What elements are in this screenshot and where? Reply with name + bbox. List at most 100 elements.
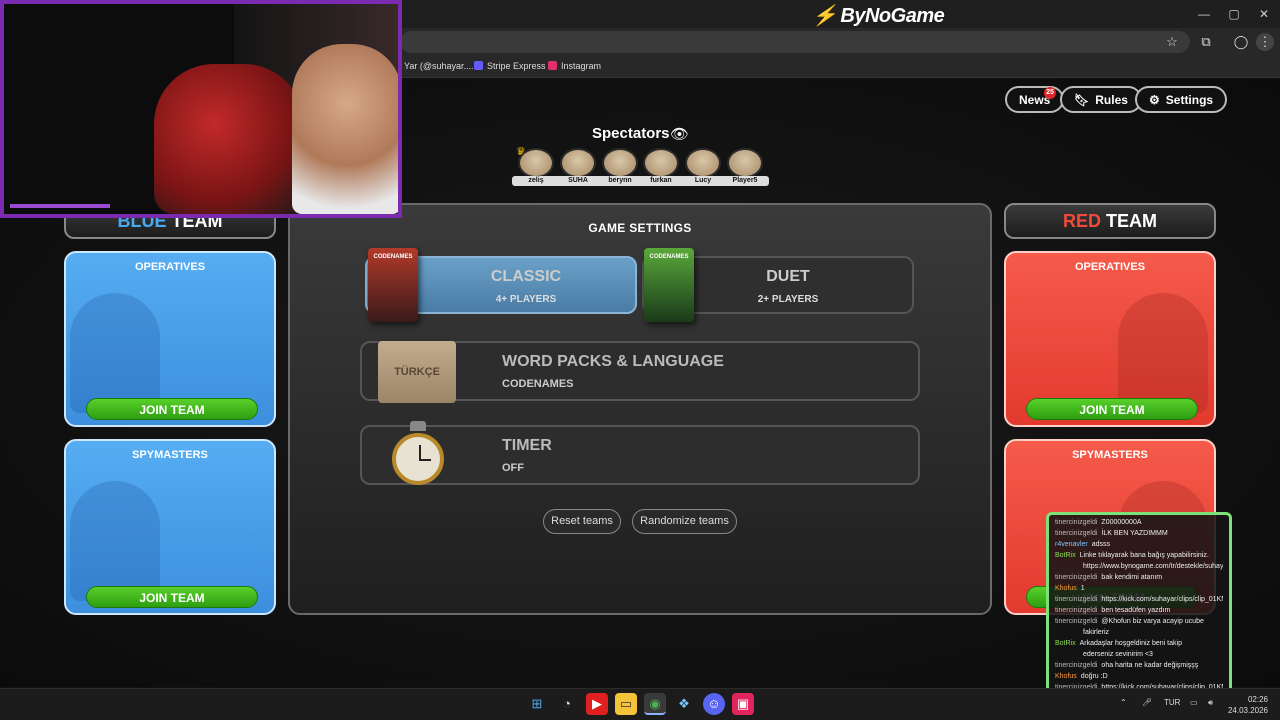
bookmark-label: Yar (@suhayar.... (404, 61, 474, 71)
chat-username[interactable]: tinercinizgeldi (1055, 596, 1097, 603)
chat-text: @Khofun biz varya acayip ucube (1101, 618, 1204, 625)
chat-message: tinercinizgeldi bak kendimi atanım (1055, 572, 1223, 583)
chrome-icon[interactable]: ◉ (644, 693, 666, 715)
chat-text: doğru :D (1080, 673, 1108, 680)
chat-username[interactable]: BotRix (1055, 552, 1076, 559)
minimize-button[interactable]: — (1192, 6, 1216, 22)
app-icon[interactable]: ❖ (673, 693, 695, 715)
chat-text: adsss (1091, 541, 1110, 548)
gear-icon: ⚙ (1149, 92, 1160, 107)
randomize-teams-button[interactable]: Randomize teams (632, 509, 737, 534)
brand-name: ByNoGame (840, 5, 945, 27)
avatar (518, 148, 554, 178)
chat-username[interactable]: tinercinizgeldi (1055, 574, 1097, 581)
timer-option[interactable]: TIMER OFF (360, 421, 920, 485)
stopwatch-button-icon (410, 421, 426, 431)
card-label: OPERATIVES (1074, 261, 1146, 273)
tray-chevron-icon[interactable]: ⌃ (1120, 698, 1127, 707)
close-window-button[interactable]: ✕ (1252, 6, 1276, 22)
join-blue-operatives-button[interactable]: JOIN TEAM (86, 398, 258, 420)
chat-username[interactable]: BotRix (1055, 640, 1076, 647)
card-label: SPYMASTERS (1072, 449, 1148, 461)
profile-icon[interactable]: ◯ (1232, 33, 1250, 51)
bookmark-item[interactable]: Instagram (548, 61, 601, 71)
spectator-avatar[interactable]: berynn (596, 148, 644, 186)
file-explorer-icon[interactable]: ▭ (615, 693, 637, 715)
chat-username[interactable]: Khofus (1055, 585, 1077, 592)
chat-message: tinercinizgeldi https://kick.com/suhayar/… (1055, 594, 1223, 605)
streaming-app-icon[interactable]: ▣ (732, 693, 754, 715)
chat-message: tinercinizgeldi oha harita ne kadar değiş… (1055, 660, 1223, 671)
chat-username[interactable]: Khofus (1055, 673, 1077, 680)
option-subtitle: CODENAMES (502, 378, 574, 390)
youtube-icon[interactable]: ▶ (586, 693, 608, 715)
spectator-avatar[interactable]: furkan (637, 148, 685, 186)
card-label: OPERATIVES (134, 261, 206, 273)
chat-message: tinercinizgeldi İLK BEN YAZDIMMM (1055, 528, 1223, 539)
maximize-button[interactable]: ▢ (1222, 6, 1246, 22)
option-subtitle: OFF (502, 462, 524, 474)
chat-text: ederseniz sevinirim <3 (1083, 651, 1153, 658)
rules-label: Rules (1095, 92, 1128, 107)
option-title: TIMER (502, 437, 552, 454)
avatar (560, 148, 596, 178)
chat-text: oha harita ne kadar değişmişşş (1101, 662, 1199, 669)
bookmark-item[interactable]: Yar (@suhayar.... (404, 61, 474, 71)
windows-start-icon[interactable]: ⊞ (526, 693, 548, 715)
chat-text: https://www.bynogame.com/tr/destekle/suh… (1083, 563, 1223, 570)
extensions-icon[interactable]: ⧉ (1197, 33, 1215, 51)
spectator-name: furkan (637, 176, 685, 186)
discord-icon[interactable]: ☺ (703, 693, 725, 715)
microphone-icon[interactable]: 🎤︎ (1142, 698, 1152, 707)
chat-text: https://kick.com/suhayar/clips/clip_01KM (1101, 596, 1223, 603)
chat-text: Z00000000A (1101, 519, 1142, 526)
streamer-image (292, 44, 398, 214)
chat-message: BotRix Linke tıklayarak bana bağış yapabi… (1055, 550, 1223, 561)
chat-text: İLK BEN YAZDIMMM (1101, 530, 1168, 537)
chat-message: ederseniz sevinirim <3 (1055, 649, 1223, 660)
bookmark-label: Stripe Express (487, 61, 546, 71)
chat-username[interactable]: r4venavler (1055, 541, 1088, 548)
blue-spymasters-card: SPYMASTERS JOIN TEAM (64, 439, 276, 615)
bookmark-star-icon[interactable]: ☆ (1163, 33, 1181, 51)
chat-username[interactable]: tinercinizgeldi (1055, 618, 1097, 625)
system-clock[interactable]: 02:26 24.03.2026 (1226, 694, 1268, 716)
chat-text: fakirleriz (1083, 629, 1110, 636)
chat-message: https://www.bynogame.com/tr/destekle/suh… (1055, 561, 1223, 572)
settings-button[interactable]: ⚙ Settings (1135, 86, 1228, 113)
spectator-avatar[interactable]: zeliş (512, 148, 560, 186)
language-indicator[interactable]: TUR (1164, 698, 1180, 707)
chat-username[interactable]: tinercinizgeldi (1055, 530, 1097, 537)
chat-username[interactable]: tinercinizgeldi (1055, 607, 1097, 614)
word-packs-option[interactable]: TÜRKÇE WORD PACKS & LANGUAGE CODENAMES (360, 341, 920, 403)
bookmark-item[interactable]: Stripe Express (474, 61, 546, 71)
spectator-avatar[interactable]: Player5 (721, 148, 769, 186)
volume-icon[interactable]: 🔊︎ (1208, 698, 1213, 708)
red-operatives-card: OPERATIVES JOIN TEAM (1004, 251, 1216, 427)
spectator-avatar[interactable]: Lucy (679, 148, 727, 186)
chat-text: ben tesadüfen yazdım (1101, 607, 1171, 614)
avatar (727, 148, 763, 178)
chat-username[interactable]: tinercinizgeldi (1055, 519, 1097, 526)
bookmark-label: Instagram (561, 61, 602, 71)
card-label: SPYMASTERS (132, 449, 208, 461)
bookmark-icon: 🔖︎ (1074, 92, 1090, 107)
chat-username[interactable]: tinercinizgeldi (1055, 662, 1097, 669)
avatar (643, 148, 679, 178)
join-blue-spymasters-button[interactable]: JOIN TEAM (86, 586, 258, 608)
address-bar[interactable] (400, 31, 1190, 53)
red-team-header: RED TEAM (1004, 203, 1216, 239)
option-title: WORD PACKS & LANGUAGE (502, 353, 724, 370)
site-logo[interactable]: ⚡ ByNoGame (812, 3, 945, 28)
stream-chat-overlay: tinercinizgeldi Z00000000A tinercinizgeldi… (1046, 512, 1232, 696)
join-red-operatives-button[interactable]: JOIN TEAM (1026, 398, 1198, 420)
reset-teams-button[interactable]: Reset teams (543, 509, 621, 534)
bynogame-logo-icon: ⚡ (812, 5, 837, 27)
menu-icon[interactable]: ⋮ (1256, 33, 1274, 51)
spectator-avatar[interactable]: SUHA (554, 148, 602, 186)
codenames-duet-box: CODENAMES (644, 248, 694, 322)
network-icon[interactable]: ▭ (1190, 698, 1198, 707)
speedometer-icon[interactable]: ◔ (556, 693, 578, 715)
stripe-icon (474, 61, 483, 70)
rules-button[interactable]: 🔖︎ Rules (1060, 86, 1142, 113)
